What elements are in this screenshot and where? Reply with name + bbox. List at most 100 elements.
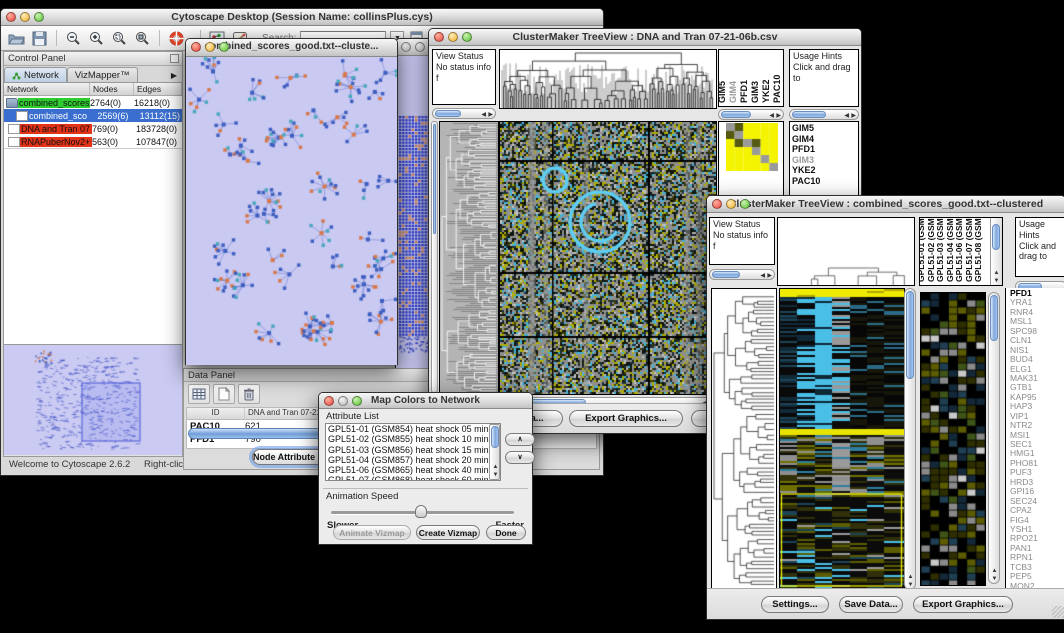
open-folder-icon[interactable] <box>7 29 26 48</box>
tv1-titlebar[interactable]: ClusterMaker TreeView : DNA and Tran 07-… <box>429 29 861 46</box>
save-icon[interactable] <box>30 29 49 48</box>
export-graphics-button[interactable]: Export Graphics... <box>569 410 683 427</box>
network-canvas[interactable] <box>186 57 397 365</box>
tv2-column-dendrogram[interactable] <box>777 217 915 286</box>
net2-titlebar[interactable] <box>396 39 432 56</box>
column-header-network[interactable]: Network <box>4 83 90 95</box>
treeview-window-combined: ClusterMaker TreeView : combined_scores_… <box>706 195 1064 620</box>
attribute-list[interactable]: GPL51-01 (GSM854) heat shock 05 minGPL51… <box>325 423 501 481</box>
minimize-button[interactable] <box>415 42 425 52</box>
minimize-button[interactable] <box>338 396 348 406</box>
zoom-button[interactable] <box>34 12 44 22</box>
attribute-list-item[interactable]: GPL51-01 (GSM854) heat shock 05 min <box>326 424 500 434</box>
delete-attribute-trash-icon[interactable] <box>238 384 260 404</box>
close-button[interactable] <box>6 12 16 22</box>
animate-vizmap-button[interactable]: Animate Vizmap <box>333 525 411 540</box>
attribute-list-item[interactable]: GPL51-06 (GSM865) heat shock 40 min <box>326 465 500 475</box>
minimize-button[interactable] <box>20 12 30 22</box>
zoom-fit-icon[interactable] <box>133 29 152 48</box>
main-titlebar[interactable]: Cytoscape Desktop (Session Name: collins… <box>1 9 603 26</box>
close-button[interactable] <box>712 199 722 209</box>
tv2-heatmap[interactable] <box>779 288 905 592</box>
zoom-selected-icon[interactable] <box>110 29 129 48</box>
window-controls[interactable] <box>6 12 44 22</box>
network-edges-count: 183728(0) <box>136 124 180 134</box>
network-list-row[interactable]: DNA and Tran 07769(0)183728(0) <box>4 122 182 135</box>
tv2-status-scrollbar[interactable]: ◀▶ <box>709 269 775 280</box>
settings-button[interactable]: Settings... <box>761 596 829 613</box>
zoom-button[interactable] <box>352 396 362 406</box>
attribute-list-item[interactable]: GPL51-03 (GSM856) heat shock 15 min <box>326 445 500 455</box>
tv2-collabel-scrollbar[interactable]: ▲▼ <box>990 218 1002 285</box>
animation-speed-slider-thumb[interactable] <box>415 505 427 518</box>
close-button[interactable] <box>191 42 201 52</box>
close-button[interactable] <box>401 42 411 52</box>
attribute-list-scrollbar[interactable]: ▲▼ <box>489 424 500 480</box>
minimize-button[interactable] <box>448 32 458 42</box>
tv1-heatmap[interactable] <box>499 121 717 395</box>
gene-label[interactable]: GIM5 <box>792 123 856 134</box>
animation-speed-label: Animation Speed <box>326 491 398 502</box>
tab-overflow-arrow[interactable]: ▶ <box>166 69 182 82</box>
column-header-edges[interactable]: Edges <box>134 83 182 95</box>
network-list-row[interactable]: combined_sco2569(6)13112(15) <box>4 109 182 122</box>
attribute-list-item[interactable]: GPL51-04 (GSM857) heat shock 20 min <box>326 455 500 465</box>
dialog-titlebar[interactable]: Map Colors to Network <box>319 393 532 409</box>
tv1-hints-scrollbar[interactable]: ◀▶ <box>789 109 859 120</box>
gene-label[interactable]: PAC10 <box>792 176 856 187</box>
move-down-button[interactable]: ∨ <box>505 451 535 464</box>
tv1-column-labels: GIM5GIM4PFD1GIM3YKE2PAC10 <box>718 49 784 107</box>
export-graphics-button[interactable]: Export Graphics... <box>913 596 1013 613</box>
network-list-row[interactable]: RNAPuberNov2+563(0)107847(0) <box>4 135 182 148</box>
tv1-column-dendrogram[interactable] <box>499 49 717 109</box>
network-overview-panel[interactable] <box>4 344 182 456</box>
minimize-button[interactable] <box>205 42 215 52</box>
tv2-zoom-heatmap[interactable] <box>920 292 986 586</box>
tab-vizmapper[interactable]: VizMapper™ <box>67 67 138 82</box>
network-list-row[interactable]: combined_scores2764(0)16218(0) <box>4 96 182 109</box>
tv1-row-dendrogram[interactable] <box>439 121 499 395</box>
attribute-list-item[interactable]: GPL51-07 (GSM868) heat shock 60 min <box>326 475 500 481</box>
save-data-button[interactable]: Save Data... <box>839 596 903 613</box>
gene-label[interactable]: YKE2 <box>792 165 856 176</box>
gene-label[interactable]: GIM3 <box>792 155 856 166</box>
net1-titlebar[interactable]: combined_scores_good.txt--cluste... <box>186 39 397 57</box>
tv2-heatmap-vscrollbar[interactable]: ▲▼ <box>904 288 916 590</box>
tv1-zoom-heatmap[interactable] <box>726 123 778 171</box>
gene-label[interactable]: GIM4 <box>792 134 856 145</box>
new-attribute-icon[interactable] <box>213 384 235 404</box>
help-lifering-icon[interactable] <box>167 29 186 48</box>
network-canvas-background[interactable] <box>396 56 432 369</box>
column-header-nodes[interactable]: Nodes <box>90 83 134 95</box>
tab-vizmapper-label: VizMapper™ <box>75 70 130 81</box>
zoom-button[interactable] <box>219 42 229 52</box>
tv2-zoom-vscrollbar[interactable]: ▲▼ <box>988 292 1000 584</box>
create-vizmap-button[interactable]: Create Vizmap <box>416 525 480 540</box>
close-button[interactable] <box>434 32 444 42</box>
tv2-row-dendrogram[interactable] <box>711 288 777 592</box>
tv2-titlebar[interactable]: ClusterMaker TreeView : combined_scores_… <box>707 196 1064 213</box>
close-button[interactable] <box>324 396 334 406</box>
column-label: GPL51-06 (GSM865) <box>954 217 964 282</box>
column-label: GPL51-07 (GSM868) <box>964 217 974 282</box>
id-column-header[interactable]: ID <box>187 408 245 419</box>
main-window-title: Cytoscape Desktop (Session Name: collins… <box>1 11 603 23</box>
gene-label[interactable]: PFD1 <box>792 144 856 155</box>
zoom-button[interactable] <box>740 199 750 209</box>
network-edges-count: 107847(0) <box>136 137 180 147</box>
zoom-out-icon[interactable] <box>64 29 83 48</box>
attribute-table-icon[interactable] <box>188 384 210 404</box>
zoom-in-icon[interactable] <box>87 29 106 48</box>
network-birdseye-canvas[interactable] <box>4 345 182 455</box>
move-up-button[interactable]: ∧ <box>505 433 535 446</box>
tv2-column-tree-canvas[interactable] <box>778 218 914 285</box>
attribute-list-item[interactable]: GPL51-02 (GSM855) heat shock 10 min <box>326 434 500 444</box>
done-button[interactable]: Done <box>486 525 526 540</box>
float-panel-icon[interactable] <box>170 54 179 63</box>
tv1-collabel-scrollbar[interactable]: ◀▶ <box>718 109 784 120</box>
tv1-tree-scrollbar[interactable] <box>431 121 438 393</box>
zoom-button[interactable] <box>462 32 472 42</box>
tv1-status-scrollbar[interactable]: ◀▶ <box>432 108 496 119</box>
minimize-button[interactable] <box>726 199 736 209</box>
tab-network[interactable]: Network <box>4 67 67 82</box>
